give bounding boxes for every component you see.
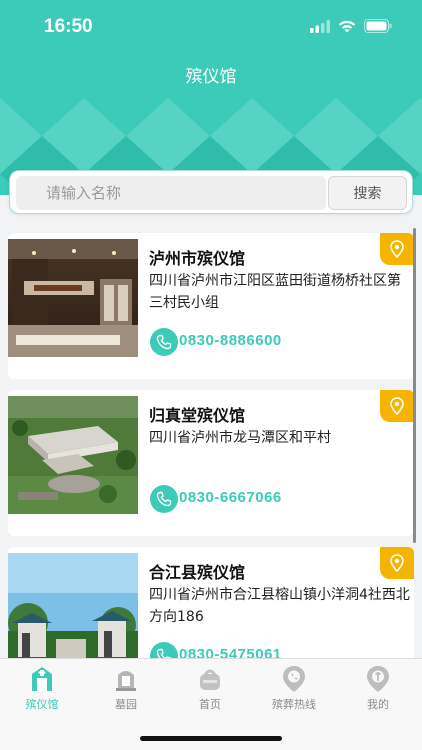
location-pin-icon xyxy=(390,397,404,415)
profile-icon xyxy=(364,665,392,693)
cemetery-icon xyxy=(112,665,140,693)
funeral-home-address: 四川省泸州市江阳区蓝田街道杨桥社区第三村民小组 xyxy=(149,273,401,311)
tab-label: 首页 xyxy=(199,698,221,711)
funeral-home-list: 泸州市殡仪馆 四川省泸州市江阳区蓝田街道杨桥社区第三村民小组 0830-8886… xyxy=(8,233,414,658)
tab-funeral-home[interactable]: 殡仪馆 xyxy=(0,665,84,719)
search-input[interactable] xyxy=(16,176,326,210)
scrollbar[interactable] xyxy=(413,228,416,543)
phone-number[interactable]: 0830-5475061 xyxy=(179,646,282,658)
phone-number[interactable]: 0830-6667066 xyxy=(179,489,282,506)
home-indicator[interactable] xyxy=(140,736,282,741)
phone-icon[interactable] xyxy=(150,328,178,356)
page-title: 殡仪馆 xyxy=(185,67,237,87)
tab-label: 殡仪馆 xyxy=(25,698,59,711)
location-badge[interactable] xyxy=(380,233,414,265)
status-bar: 16:50 xyxy=(0,0,422,54)
funeral-home-card[interactable]: 泸州市殡仪馆 四川省泸州市江阳区蓝田街道杨桥社区第三村民小组 0830-8886… xyxy=(8,233,414,379)
funeral-home-card[interactable]: 归真堂殡仪馆 四川省泸州市龙马潭区和平村 0830-6667066 xyxy=(8,390,414,536)
wifi-icon xyxy=(338,20,356,32)
home-icon xyxy=(196,665,224,693)
signal-icon xyxy=(310,19,330,33)
status-time: 16:50 xyxy=(44,16,93,37)
location-badge[interactable] xyxy=(380,547,414,579)
funeral-home-icon xyxy=(28,665,56,693)
location-pin-icon xyxy=(390,240,404,258)
phone-icon[interactable] xyxy=(150,642,178,658)
funeral-home-name: 归真堂殡仪馆 xyxy=(149,406,246,425)
funeral-home-photo xyxy=(8,239,138,357)
funeral-home-photo xyxy=(8,396,138,514)
tab-label: 殡葬热线 xyxy=(272,698,316,711)
tab-hotline[interactable]: 殡葬热线 xyxy=(252,665,336,719)
tab-profile[interactable]: 我的 xyxy=(336,665,420,719)
tab-home[interactable]: 首页 xyxy=(168,665,252,719)
phone-number[interactable]: 0830-8886600 xyxy=(179,332,282,349)
hotline-icon xyxy=(280,665,308,693)
search-bar: 搜索 xyxy=(9,170,413,214)
location-badge[interactable] xyxy=(380,390,414,422)
funeral-home-name: 泸州市殡仪馆 xyxy=(149,249,246,268)
funeral-home-photo xyxy=(8,553,138,658)
location-pin-icon xyxy=(390,554,404,572)
phone-icon[interactable] xyxy=(150,485,178,513)
header: 16:50 殡仪馆 xyxy=(0,0,422,195)
funeral-home-address: 四川省泸州市龙马潭区和平村 xyxy=(149,430,331,446)
tab-label: 我的 xyxy=(367,698,389,711)
funeral-home-name: 合江县殡仪馆 xyxy=(149,563,246,582)
search-button[interactable]: 搜索 xyxy=(328,176,407,210)
funeral-home-card[interactable]: 合江县殡仪馆 四川省泸州市合江县榕山镇小洋洞4社西北方向186 0830-547… xyxy=(8,547,414,658)
tab-cemetery[interactable]: 墓园 xyxy=(84,665,168,719)
battery-icon xyxy=(364,19,392,33)
funeral-home-address: 四川省泸州市合江县榕山镇小洋洞4社西北方向186 xyxy=(149,587,410,625)
tab-label: 墓园 xyxy=(115,698,137,711)
